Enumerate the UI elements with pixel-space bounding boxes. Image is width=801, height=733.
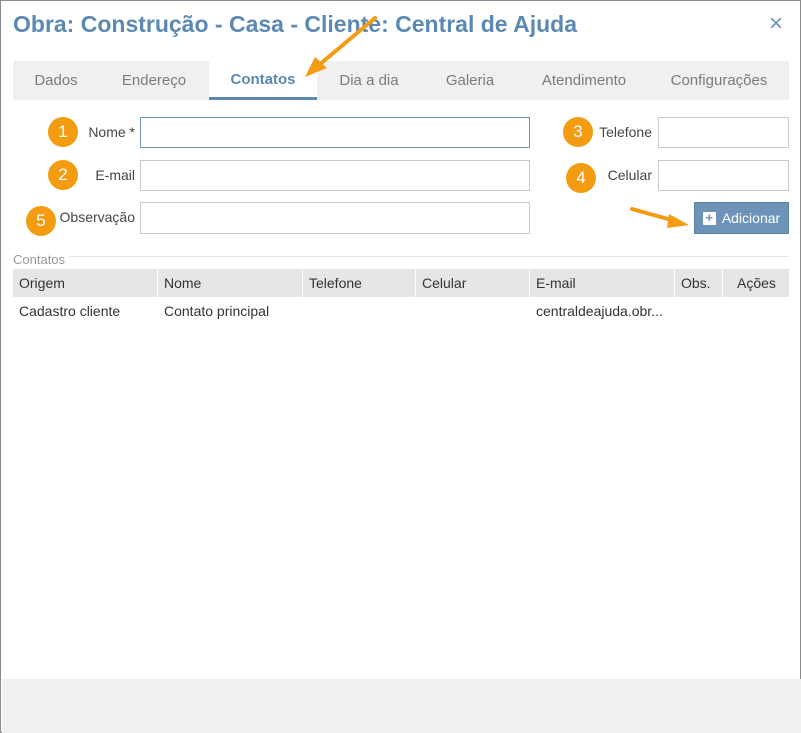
- tab-configuracoes[interactable]: Configurações: [649, 61, 789, 100]
- tab-contatos[interactable]: Contatos: [209, 61, 317, 100]
- celular-label: Celular: [607, 167, 652, 183]
- cell-telefone: [303, 298, 416, 325]
- plus-square-icon: +: [702, 211, 716, 225]
- column-header-origem[interactable]: Origem: [13, 269, 158, 297]
- column-header-obs[interactable]: Obs.: [675, 269, 723, 297]
- contacts-section-title: Contatos: [13, 252, 70, 267]
- table-row[interactable]: Cadastro cliente Contato principal centr…: [13, 298, 789, 325]
- observacao-field[interactable]: [140, 202, 530, 234]
- add-contact-button[interactable]: + Adicionar: [694, 202, 789, 234]
- cell-obs: [675, 298, 723, 325]
- tab-atendimento[interactable]: Atendimento: [519, 61, 649, 100]
- tab-dia-a-dia[interactable]: Dia a dia: [317, 61, 421, 100]
- annotation-badge-3: 3: [563, 117, 593, 147]
- section-divider: [13, 256, 789, 257]
- tab-galeria[interactable]: Galeria: [421, 61, 519, 100]
- cell-nome: Contato principal: [164, 303, 270, 319]
- observacao-label: Observação: [59, 209, 135, 225]
- column-header-email[interactable]: E-mail: [530, 269, 675, 297]
- cell-email: centraldeajuda.obr...: [536, 303, 663, 319]
- column-header-celular[interactable]: Celular: [416, 269, 530, 297]
- nome-field[interactable]: [140, 117, 530, 148]
- celular-field[interactable]: [658, 160, 789, 191]
- tab-dados[interactable]: Dados: [13, 61, 99, 100]
- column-header-acoes: Ações: [737, 275, 776, 291]
- email-label: E-mail: [95, 167, 135, 183]
- nome-label: Nome *: [88, 124, 135, 140]
- contacts-table-header: Origem Nome Telefone Celular E-mail Obs.…: [13, 269, 789, 297]
- dialog-title: Obra: Construção - Casa - Cliente: Centr…: [13, 11, 578, 37]
- column-header-telefone[interactable]: Telefone: [303, 269, 416, 297]
- telefone-label: Telefone: [599, 124, 652, 140]
- email-field[interactable]: [140, 160, 530, 191]
- close-icon[interactable]: ×: [765, 12, 787, 36]
- cell-origem: Cadastro cliente: [19, 303, 121, 319]
- dialog-footer: [2, 679, 801, 733]
- cell-acoes: [723, 298, 789, 325]
- cell-celular: [416, 298, 530, 325]
- add-button-label: Adicionar: [721, 210, 781, 226]
- annotation-arrow-add-icon: [630, 207, 689, 228]
- telefone-field[interactable]: [658, 117, 789, 148]
- tab-bar: Dados Endereço Contatos Dia a dia Galeri…: [13, 61, 789, 100]
- annotation-badge-5: 5: [26, 206, 56, 236]
- contacts-dialog: Obra: Construção - Casa - Cliente: Centr…: [0, 0, 801, 733]
- column-header-nome[interactable]: Nome: [158, 269, 303, 297]
- tab-endereco[interactable]: Endereço: [99, 61, 209, 100]
